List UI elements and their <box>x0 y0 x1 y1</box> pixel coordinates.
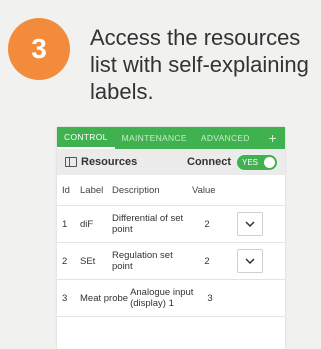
toggle-knob <box>264 156 275 168</box>
chevron-down-icon <box>244 221 255 227</box>
tab-bar: CONTROL MAINTENANCE ADVANCED + <box>57 127 285 149</box>
add-tab-icon[interactable]: + <box>269 130 277 146</box>
column-header-value: Value <box>192 184 216 196</box>
row-value: 3 <box>207 292 213 304</box>
connect-toggle[interactable]: YES <box>237 154 277 170</box>
row-description: Analogue input (display) 1 <box>130 287 194 309</box>
table-row[interactable]: 3 Meat probe Analogue input (display) 1 … <box>57 280 285 317</box>
row-value: 2 <box>204 255 210 267</box>
row-label: SEt <box>80 255 96 267</box>
row-id: 3 <box>62 292 68 304</box>
tab-advanced[interactable]: ADVANCED <box>194 133 257 143</box>
resources-title: Resources <box>81 156 138 168</box>
app-screen: CONTROL MAINTENANCE ADVANCED + Resources… <box>57 127 285 349</box>
resources-list-icon <box>65 157 77 167</box>
expand-button[interactable] <box>236 249 263 273</box>
expand-button[interactable] <box>236 212 263 236</box>
chevron-down-icon <box>244 258 255 264</box>
resources-toolbar: Resources Connect YES <box>57 149 285 175</box>
row-id: 2 <box>62 255 68 267</box>
step-number-badge: 3 <box>8 18 70 80</box>
table-row[interactable]: 2 SEt Regulation set point 2 <box>57 243 285 280</box>
table-row[interactable]: 1 diF Differential of set point 2 <box>57 206 285 243</box>
row-label: Meat probe <box>80 292 129 304</box>
row-label: diF <box>80 218 94 230</box>
row-id: 1 <box>62 218 68 230</box>
tab-maintenance[interactable]: MAINTENANCE <box>115 133 194 143</box>
column-header-id: Id <box>62 184 70 196</box>
row-description: Differential of set point <box>112 213 184 235</box>
step-caption: Access the resources list with self-expl… <box>90 25 309 104</box>
table-header: Id Label Description Value <box>57 175 285 206</box>
row-description: Regulation set point <box>112 250 173 272</box>
column-header-label: Label <box>80 184 104 196</box>
tab-control[interactable]: CONTROL <box>57 127 115 149</box>
column-header-description: Description <box>112 184 160 196</box>
toggle-yes-label: YES <box>242 157 259 167</box>
row-value: 2 <box>204 218 210 230</box>
connect-label: Connect <box>187 156 231 168</box>
